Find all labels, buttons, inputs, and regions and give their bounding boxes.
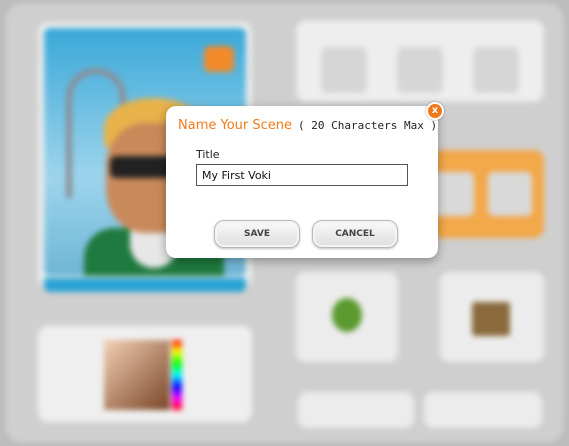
speech-bubble-icon: [204, 46, 234, 72]
name-scene-dialog: Name Your Scene ( 20 Characters Max ) x …: [166, 102, 444, 258]
dialog-char-limit: ( 20 Characters Max ): [298, 119, 438, 132]
person-icon: [321, 47, 367, 93]
tree-icon: [332, 298, 362, 332]
edit-panel: [430, 150, 544, 238]
dialog-title: Name Your Scene: [178, 118, 293, 133]
sunglasses-icon: [473, 47, 519, 93]
shirt-icon: [397, 47, 443, 93]
folder-icon: [488, 172, 532, 216]
backgrounds-panel: [296, 272, 398, 362]
color-picker-panel: [38, 326, 252, 422]
picture-icon: [472, 302, 510, 336]
bottom-button-right: [424, 392, 542, 428]
bottom-button-left: [298, 392, 414, 428]
title-field-label: Title: [196, 148, 220, 161]
customize-panel: [296, 20, 544, 102]
player-controls-bar: [44, 278, 246, 292]
color-swatch-area: [104, 340, 170, 410]
close-icon[interactable]: x: [426, 102, 444, 120]
title-input[interactable]: [196, 164, 408, 186]
hue-slider: [172, 340, 182, 410]
save-button[interactable]: SAVE: [214, 220, 300, 248]
cancel-button[interactable]: CANCEL: [312, 220, 398, 248]
player-panel: [440, 272, 544, 362]
